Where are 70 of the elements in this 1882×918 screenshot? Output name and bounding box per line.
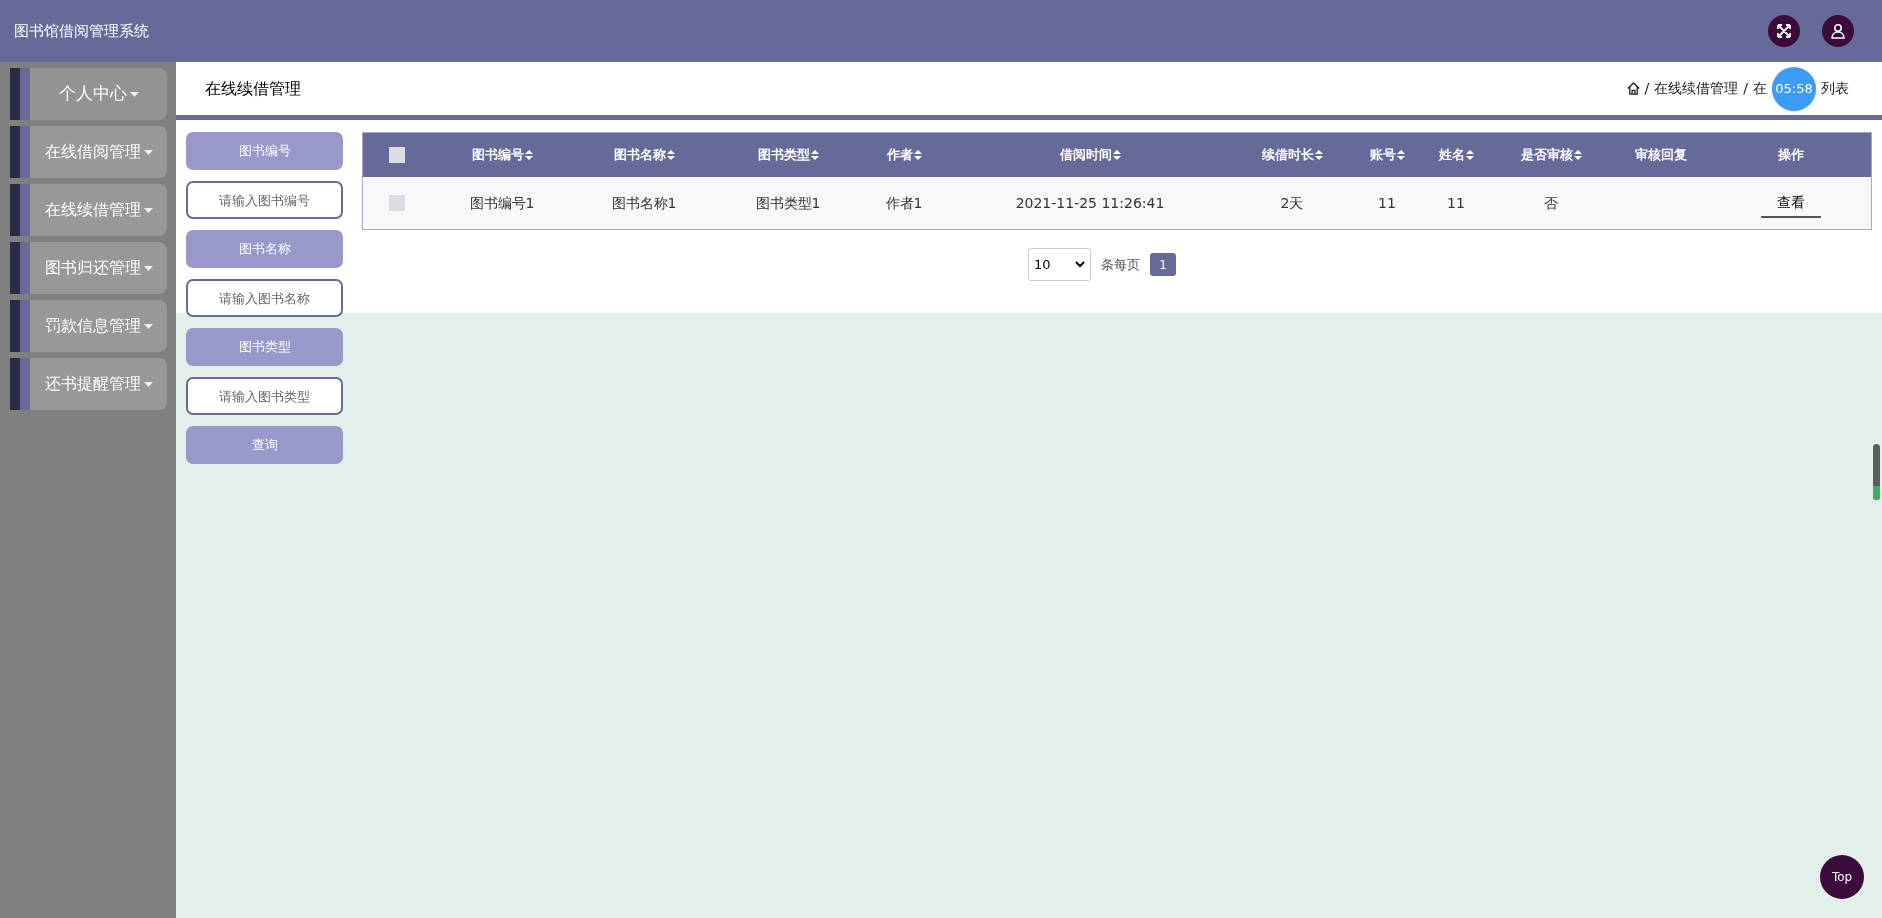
home-icon[interactable]	[1626, 82, 1640, 95]
breadcrumb-link[interactable]: 在线续借管理	[1654, 78, 1739, 99]
table-cell-text: 11	[1447, 193, 1465, 213]
column-header[interactable]: 续借时长	[1261, 145, 1323, 165]
column-header: 操作	[1778, 146, 1804, 165]
column-header[interactable]: 图书编号	[471, 145, 533, 165]
chevron-down-icon	[1075, 261, 1085, 268]
sort-icon[interactable]	[524, 150, 533, 160]
page-title: 在线续借管理	[205, 77, 301, 100]
sort-icon[interactable]	[913, 150, 922, 160]
table-cell-text: 作者1	[885, 193, 923, 213]
sort-icon[interactable]	[666, 150, 675, 160]
breadcrumb-separator: /	[1743, 79, 1748, 98]
expand-icon	[1776, 23, 1792, 39]
page-size-select[interactable]: 10	[1028, 248, 1091, 281]
user-icon	[1830, 23, 1846, 39]
filter-field[interactable]: 请输入图书类型	[186, 377, 343, 415]
timer-badge: 05:58	[1772, 66, 1816, 111]
caret-icon	[143, 149, 153, 155]
caret-icon	[143, 265, 153, 271]
search-button[interactable]: 查询	[186, 426, 343, 464]
sort-icon[interactable]	[1314, 150, 1323, 160]
page-button[interactable]: 1	[1150, 253, 1176, 276]
filter-field[interactable]: 请输入图书名称	[186, 279, 343, 317]
app-title: 图书馆借阅管理系统	[14, 20, 149, 42]
user-button[interactable]	[1822, 15, 1854, 47]
breadcrumb-separator: /	[1644, 79, 1650, 98]
accent-bar	[10, 68, 30, 120]
caret-icon	[129, 91, 139, 97]
column-header[interactable]: 作者	[886, 145, 922, 165]
breadcrumb-link[interactable]: 在	[1753, 78, 1767, 99]
view-button[interactable]: 查看	[1761, 188, 1821, 218]
table-cell-text: 图书名称1	[611, 193, 677, 213]
column-header[interactable]: 图书类型	[757, 145, 819, 165]
filter-label: 图书编号	[186, 132, 343, 170]
table-cell-text: 否	[1544, 193, 1558, 213]
column-header[interactable]: 姓名	[1438, 145, 1474, 165]
table-cell-text: 图书编号1	[469, 193, 535, 213]
back-to-top-button[interactable]: Top	[1820, 855, 1864, 899]
column-header[interactable]: 借阅时间	[1059, 145, 1121, 165]
caret-icon	[143, 381, 153, 387]
accent-bar	[10, 242, 30, 294]
scrollbar-thumb[interactable]	[1873, 444, 1880, 500]
column-header[interactable]: 账号	[1369, 145, 1405, 165]
table-cell-text: 2021-11-25 11:26:41	[1015, 193, 1165, 213]
page-size-label: 条每页	[1101, 255, 1140, 274]
table-cell-text: 11	[1378, 193, 1396, 213]
sort-icon[interactable]	[810, 150, 819, 160]
sort-icon[interactable]	[1396, 150, 1405, 160]
table-cell-text: 图书类型1	[755, 193, 821, 213]
filter-field[interactable]: 请输入图书编号	[186, 181, 343, 219]
sort-icon[interactable]	[1112, 150, 1121, 160]
filter-label: 图书名称	[186, 230, 343, 268]
column-header[interactable]: 是否审核	[1520, 145, 1582, 165]
caret-icon	[143, 323, 153, 329]
fullscreen-button[interactable]	[1768, 15, 1800, 47]
select-all-checkbox[interactable]	[389, 147, 405, 163]
accent-bar	[10, 184, 30, 236]
caret-icon	[143, 207, 153, 213]
sort-icon[interactable]	[1573, 150, 1582, 160]
accent-bar	[10, 358, 30, 410]
filter-label: 图书类型	[186, 328, 343, 366]
sort-icon[interactable]	[1465, 150, 1474, 160]
table-cell-text: 2天	[1280, 193, 1304, 213]
accent-bar	[10, 300, 30, 352]
accent-bar	[10, 126, 30, 178]
column-header: 审核回复	[1635, 146, 1687, 165]
breadcrumb-text: 列表	[1821, 79, 1849, 98]
row-checkbox[interactable]	[389, 195, 405, 211]
column-header[interactable]: 图书名称	[613, 145, 675, 165]
